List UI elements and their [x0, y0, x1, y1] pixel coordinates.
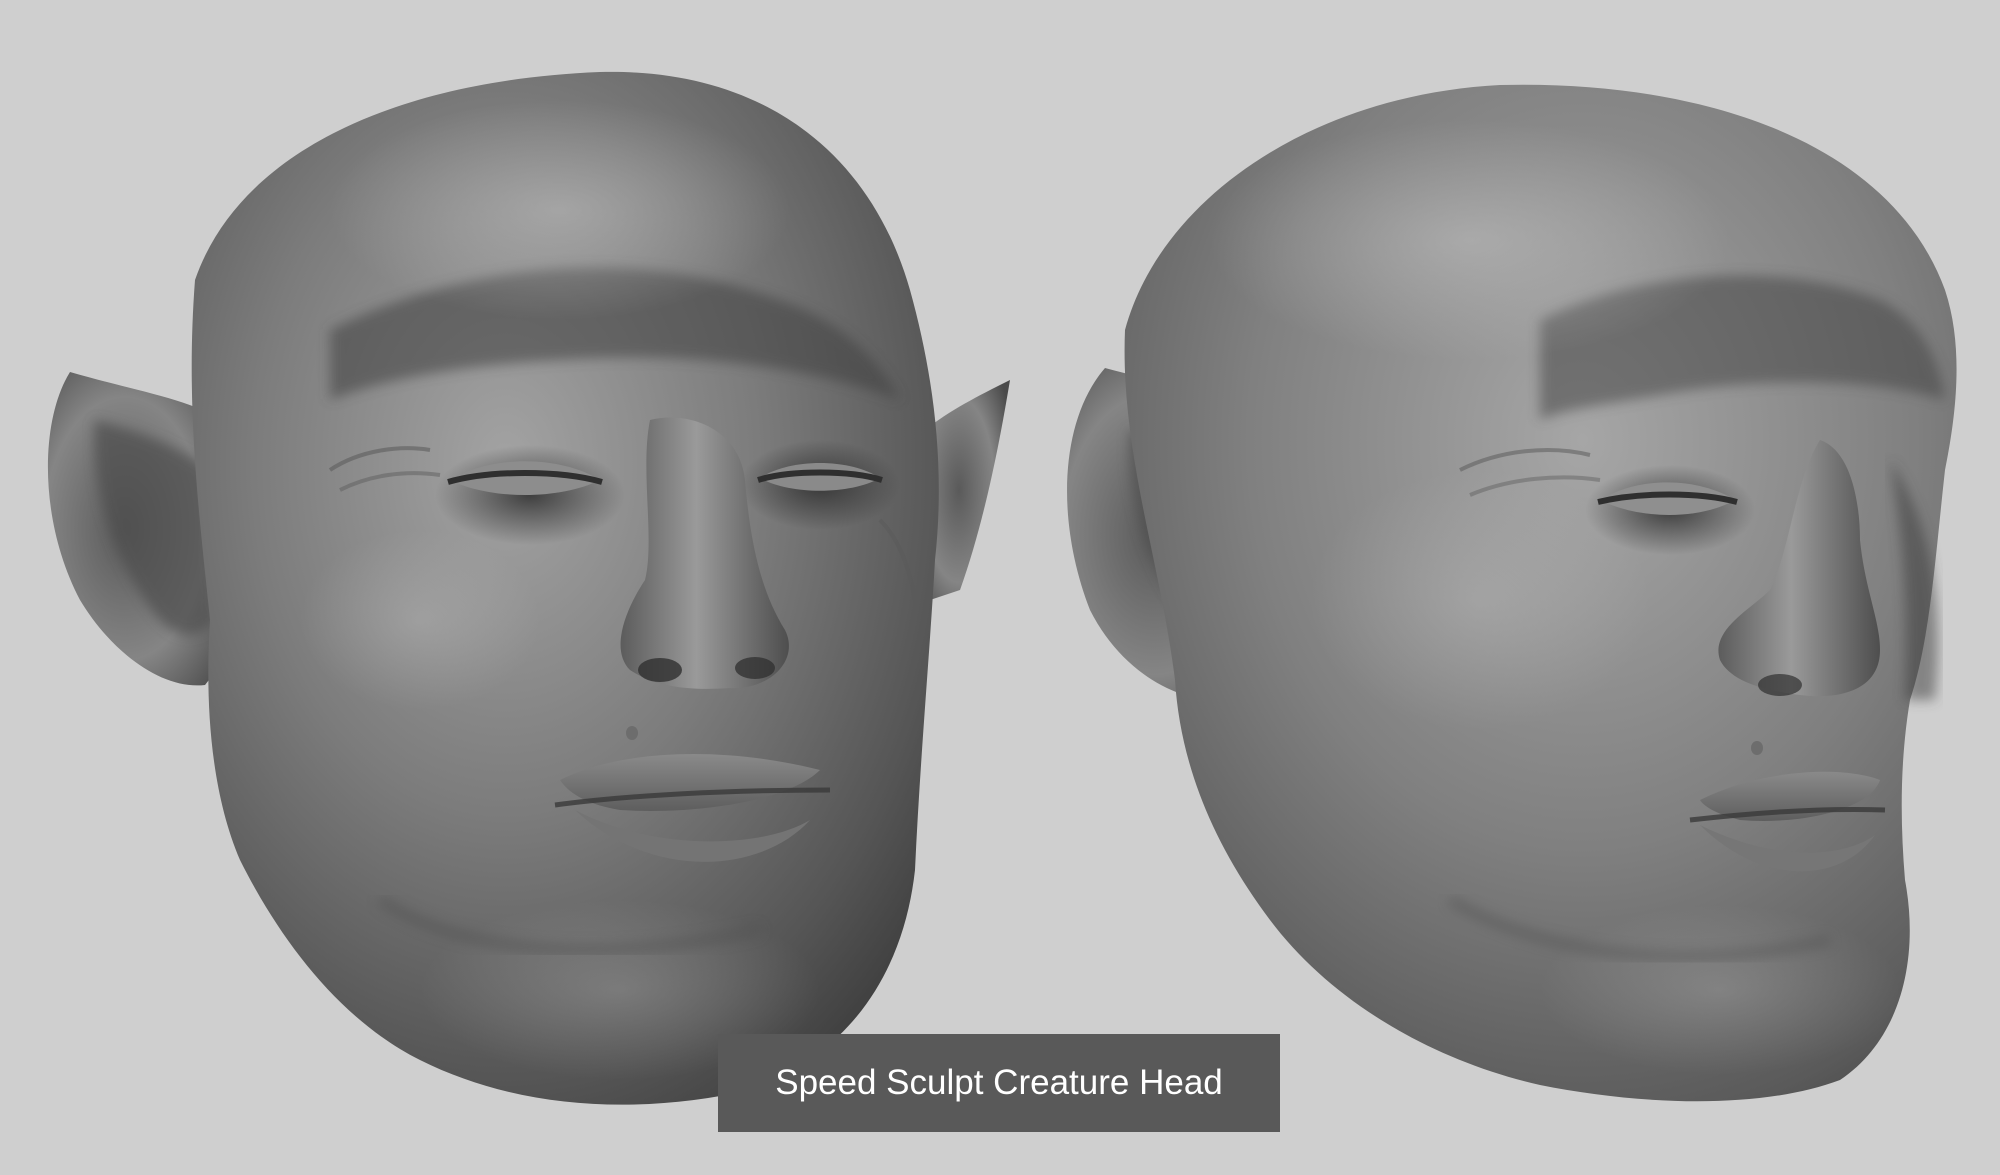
caption-text: Speed Sculpt Creature Head [775, 1063, 1223, 1102]
caption-bar: Speed Sculpt Creature Head [718, 1034, 1280, 1132]
left-eye [435, 445, 625, 545]
creature-head-front-render [47, 71, 1010, 1105]
creature-head-side-render [1067, 84, 1957, 1102]
sculpt-render-scene [47, 71, 1957, 1105]
